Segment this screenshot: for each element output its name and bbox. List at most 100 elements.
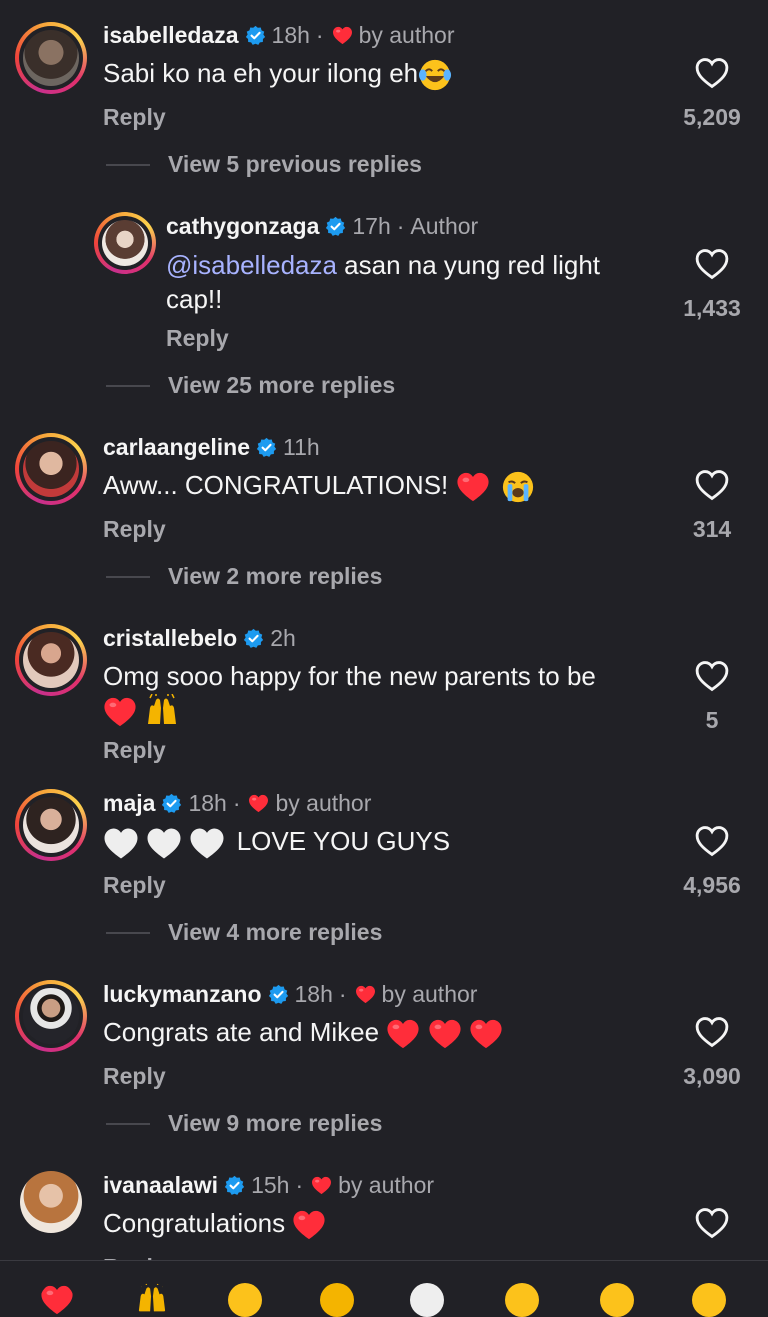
avatar[interactable] bbox=[15, 624, 87, 696]
like-heart-icon[interactable] bbox=[695, 1207, 729, 1239]
like-count: 3,090 bbox=[683, 1063, 741, 1089]
divider bbox=[106, 384, 150, 387]
raised-hands-emoji bbox=[144, 694, 180, 730]
timestamp: 15h bbox=[251, 1172, 290, 1198]
verified-icon bbox=[243, 628, 264, 649]
comment-text: Sabi ko na eh your ilong eh bbox=[103, 56, 452, 92]
verified-icon bbox=[245, 25, 266, 46]
comment-text: Aww... CONGRATULATIONS! bbox=[103, 468, 535, 504]
white-heart-emoji bbox=[103, 827, 139, 860]
reply-button[interactable]: Reply bbox=[166, 325, 229, 352]
reply-button[interactable]: Reply bbox=[103, 516, 166, 543]
timestamp: 17h bbox=[352, 213, 391, 239]
author-liked-heart-icon bbox=[248, 794, 269, 813]
red-heart-emoji[interactable] bbox=[40, 1283, 74, 1317]
raised-hands-emoji[interactable] bbox=[135, 1283, 169, 1317]
author-liked-label: by author bbox=[275, 790, 372, 816]
avatar[interactable] bbox=[15, 980, 87, 1052]
timestamp: 18h bbox=[188, 790, 227, 816]
timestamp: 2h bbox=[270, 625, 296, 651]
like-heart-icon[interactable] bbox=[695, 57, 729, 89]
avatar[interactable] bbox=[15, 22, 87, 94]
author-liked-label: by author bbox=[381, 981, 478, 1007]
like-heart-icon[interactable] bbox=[695, 469, 729, 501]
author-liked-label: by author bbox=[338, 1172, 435, 1198]
heart-eyes-emoji[interactable] bbox=[505, 1283, 539, 1317]
view-replies-button[interactable]: View 5 previous replies bbox=[106, 151, 422, 178]
verified-icon bbox=[256, 437, 277, 458]
clap-emoji[interactable] bbox=[320, 1283, 354, 1317]
emoji-reaction-bar bbox=[0, 1260, 768, 1317]
like-heart-icon[interactable] bbox=[695, 248, 729, 280]
reply-button[interactable]: Reply bbox=[103, 737, 166, 764]
separator: · bbox=[232, 790, 241, 816]
view-replies-label: View 5 previous replies bbox=[168, 151, 422, 177]
like-count: 1,433 bbox=[683, 295, 741, 321]
reply-button[interactable]: Reply bbox=[103, 1063, 166, 1090]
author-liked-heart-icon bbox=[332, 26, 353, 45]
crying-emoji[interactable] bbox=[410, 1283, 444, 1317]
avatar[interactable] bbox=[94, 212, 156, 274]
divider bbox=[106, 931, 150, 934]
view-replies-label: View 2 more replies bbox=[168, 563, 383, 589]
like-heart-icon[interactable] bbox=[695, 660, 729, 692]
comment-text: LOVE YOU GUYS bbox=[103, 824, 450, 860]
view-replies-label: View 9 more replies bbox=[168, 1110, 383, 1136]
author-liked-label: by author bbox=[358, 22, 455, 48]
username[interactable]: carlaangeline bbox=[103, 434, 250, 461]
separator: · bbox=[396, 213, 405, 239]
verified-icon bbox=[161, 793, 182, 814]
red-heart-emoji bbox=[103, 696, 137, 728]
view-replies-label: View 25 more replies bbox=[168, 372, 396, 398]
username[interactable]: maja bbox=[103, 790, 155, 817]
author-tag: Author bbox=[410, 213, 479, 239]
like-heart-icon[interactable] bbox=[695, 1016, 729, 1048]
fire-emoji[interactable] bbox=[228, 1283, 262, 1317]
white-heart-emoji bbox=[146, 827, 182, 860]
separator: · bbox=[315, 22, 324, 48]
username[interactable]: luckymanzano bbox=[103, 981, 262, 1008]
white-heart-emoji bbox=[189, 827, 225, 860]
view-replies-button[interactable]: View 4 more replies bbox=[106, 919, 382, 946]
separator: · bbox=[338, 981, 347, 1007]
username[interactable]: cathygonzaga bbox=[166, 213, 319, 240]
like-count: 5,209 bbox=[683, 104, 741, 130]
separator: · bbox=[295, 1172, 304, 1198]
comment-text: Omg sooo happy for the new parents to be bbox=[103, 659, 673, 730]
username[interactable]: isabelledaza bbox=[103, 22, 239, 49]
like-heart-icon[interactable] bbox=[695, 825, 729, 857]
avatar[interactable] bbox=[15, 789, 87, 861]
view-replies-button[interactable]: View 2 more replies bbox=[106, 563, 382, 590]
verified-icon bbox=[268, 984, 289, 1005]
verified-icon bbox=[325, 216, 346, 237]
joy-emoji[interactable] bbox=[692, 1283, 726, 1317]
red-heart-emoji bbox=[386, 1018, 420, 1050]
divider bbox=[106, 1122, 150, 1125]
like-count: 314 bbox=[692, 516, 732, 542]
avatar[interactable] bbox=[15, 433, 87, 505]
comment-text: Congratulations bbox=[103, 1206, 326, 1241]
reply-button[interactable]: Reply bbox=[103, 872, 166, 899]
view-replies-button[interactable]: View 9 more replies bbox=[106, 1110, 382, 1137]
divider bbox=[106, 575, 150, 578]
timestamp: 18h bbox=[294, 981, 333, 1007]
username[interactable]: cristallebelo bbox=[103, 625, 237, 652]
red-heart-emoji bbox=[469, 1018, 503, 1050]
view-replies-label: View 4 more replies bbox=[168, 919, 383, 945]
view-replies-button[interactable]: View 25 more replies bbox=[106, 372, 395, 399]
reply-button[interactable]: Reply bbox=[103, 104, 166, 131]
avatar[interactable] bbox=[20, 1171, 82, 1233]
author-liked-heart-icon bbox=[355, 985, 376, 1004]
username[interactable]: ivanaalawi bbox=[103, 1172, 218, 1199]
verified-icon bbox=[224, 1175, 245, 1196]
comment-text: Congrats ate and Mikee bbox=[103, 1015, 503, 1050]
timestamp: 18h bbox=[271, 22, 310, 48]
timestamp: 11h bbox=[283, 434, 320, 460]
open-mouth-emoji[interactable] bbox=[600, 1283, 634, 1317]
joy-emoji bbox=[418, 58, 452, 92]
mention-link[interactable]: @isabelledaza bbox=[166, 250, 337, 280]
divider bbox=[106, 163, 150, 166]
crying-emoji bbox=[501, 470, 535, 504]
comment-text: @isabelledaza asan na yung red light cap!… bbox=[166, 250, 601, 314]
author-liked-heart-icon bbox=[311, 1176, 332, 1195]
